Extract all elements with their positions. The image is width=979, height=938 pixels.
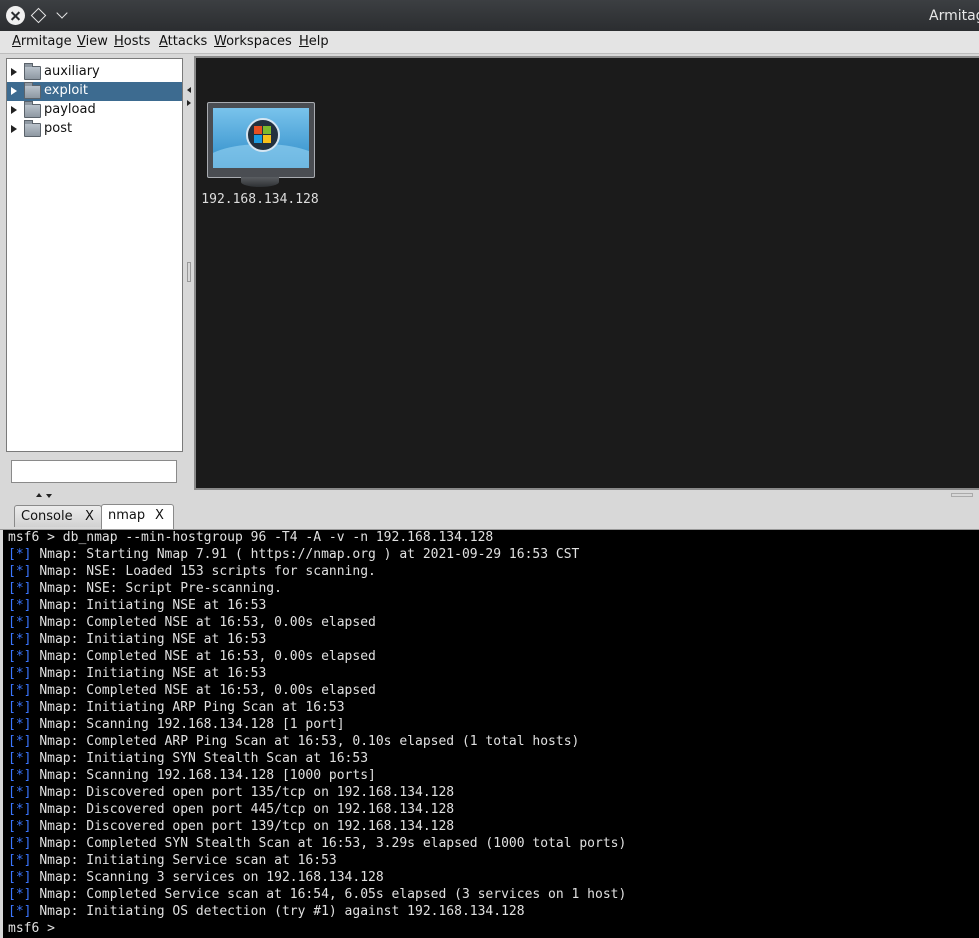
console-line: [*] Nmap: Completed Service scan at 16:5… — [8, 887, 627, 902]
folder-icon — [24, 82, 41, 99]
tab-nmap[interactable]: nmap X — [101, 504, 174, 529]
console-line: [*] Nmap: Discovered open port 135/tcp o… — [8, 785, 455, 800]
collapse-up-icon[interactable] — [36, 493, 42, 497]
monitor-stand — [241, 177, 279, 187]
menu-attacks[interactable]: Attacks — [159, 34, 207, 49]
console-line: [*] Nmap: Scanning 192.168.134.128 [1000… — [8, 768, 376, 783]
sticky-diamond-icon[interactable] — [30, 7, 47, 24]
console-line: [*] Nmap: NSE: Script Pre-scanning. — [8, 581, 282, 596]
console-line: [*] Nmap: NSE: Loaded 153 scripts for sc… — [8, 564, 376, 579]
window-title: Armitage — [929, 8, 979, 24]
expand-arrow-icon[interactable] — [11, 125, 17, 133]
expand-arrow-icon[interactable] — [11, 68, 17, 76]
tree-item-exploit[interactable]: exploit — [7, 82, 182, 101]
console-output[interactable]: msf6 > db_nmap --min-hostgroup 96 -T4 -A… — [3, 530, 979, 938]
tree-item-auxiliary[interactable]: auxiliary — [7, 63, 182, 82]
expand-arrow-icon[interactable] — [11, 106, 17, 114]
host-node[interactable]: 192.168.134.128 — [199, 102, 321, 212]
console-command-line: msf6 > db_nmap --min-hostgroup 96 -T4 -A… — [8, 530, 494, 545]
console-line: [*] Nmap: Initiating NSE at 16:53 — [8, 666, 267, 681]
tree-item-payload[interactable]: payload — [7, 101, 182, 120]
console-line: [*] Nmap: Completed NSE at 16:53, 0.00s … — [8, 615, 376, 630]
module-search-input[interactable] — [11, 460, 177, 483]
console-line: [*] Nmap: Initiating NSE at 16:53 — [8, 632, 267, 647]
close-icon[interactable] — [6, 6, 25, 25]
console-line: [*] Nmap: Completed ARP Ping Scan at 16:… — [8, 734, 580, 749]
module-browser: auxiliary exploit payload post — [0, 54, 190, 490]
console-line: [*] Nmap: Initiating Service scan at 16:… — [8, 853, 337, 868]
horizontal-splitter[interactable] — [0, 490, 979, 502]
console-line: [*] Nmap: Initiating ARP Ping Scan at 16… — [8, 700, 345, 715]
close-tab-icon[interactable]: X — [85, 509, 94, 524]
menu-armitage[interactable]: Armitage — [12, 34, 72, 49]
folder-icon — [24, 101, 41, 118]
console-line: [*] Nmap: Initiating SYN Stealth Scan at… — [8, 751, 369, 766]
console-line: [*] Nmap: Completed NSE at 16:53, 0.00s … — [8, 683, 376, 698]
console-line: [*] Nmap: Completed NSE at 16:53, 0.00s … — [8, 649, 376, 664]
menu-hosts[interactable]: Hosts — [114, 34, 150, 49]
folder-icon — [24, 120, 41, 137]
folder-icon — [24, 63, 41, 80]
collapse-down-icon[interactable] — [46, 494, 52, 498]
close-tab-icon[interactable]: X — [155, 508, 164, 523]
expand-arrow-icon[interactable] — [11, 87, 17, 95]
tab-console[interactable]: Console X — [14, 505, 102, 527]
title-bar: Armitage — [0, 0, 979, 31]
console-tabs: Console X nmap X — [0, 503, 979, 530]
splitter-grip[interactable] — [951, 493, 973, 497]
console-line: [*] Nmap: Discovered open port 139/tcp o… — [8, 819, 455, 834]
splitter-grip[interactable] — [187, 262, 191, 282]
vertical-splitter[interactable] — [183, 54, 194, 490]
module-tree: auxiliary exploit payload post — [6, 58, 183, 452]
chevron-down-icon[interactable] — [56, 7, 68, 19]
windows-logo-icon — [246, 118, 280, 152]
console-line: [*] Nmap: Scanning 192.168.134.128 [1 po… — [8, 717, 345, 732]
console-line: [*] Nmap: Scanning 3 services on 192.168… — [8, 870, 384, 885]
tree-item-post[interactable]: post — [7, 120, 182, 139]
console-prompt-input[interactable]: msf6 > — [8, 921, 63, 938]
console-line: [*] Nmap: Initiating OS detection (try #… — [8, 904, 525, 919]
console-line: [*] Nmap: Discovered open port 445/tcp o… — [8, 802, 455, 817]
expand-right-icon[interactable] — [187, 100, 191, 106]
console-line: [*] Nmap: Starting Nmap 7.91 ( https://n… — [8, 547, 580, 562]
console-line: [*] Nmap: Initiating NSE at 16:53 — [8, 598, 267, 613]
collapse-left-icon[interactable] — [187, 87, 191, 93]
windows-monitor-icon[interactable] — [207, 102, 315, 178]
host-graph-view[interactable]: 192.168.134.128 — [194, 56, 979, 490]
monitor-screen — [213, 108, 309, 168]
host-ip-label: 192.168.134.128 — [201, 192, 319, 207]
menu-help[interactable]: Help — [299, 34, 329, 49]
menu-view[interactable]: View — [77, 34, 108, 49]
menu-bar: Armitage View Hosts Attacks Workspaces H… — [0, 31, 979, 54]
console-line: [*] Nmap: Completed SYN Stealth Scan at … — [8, 836, 627, 851]
menu-workspaces[interactable]: Workspaces — [214, 34, 292, 49]
